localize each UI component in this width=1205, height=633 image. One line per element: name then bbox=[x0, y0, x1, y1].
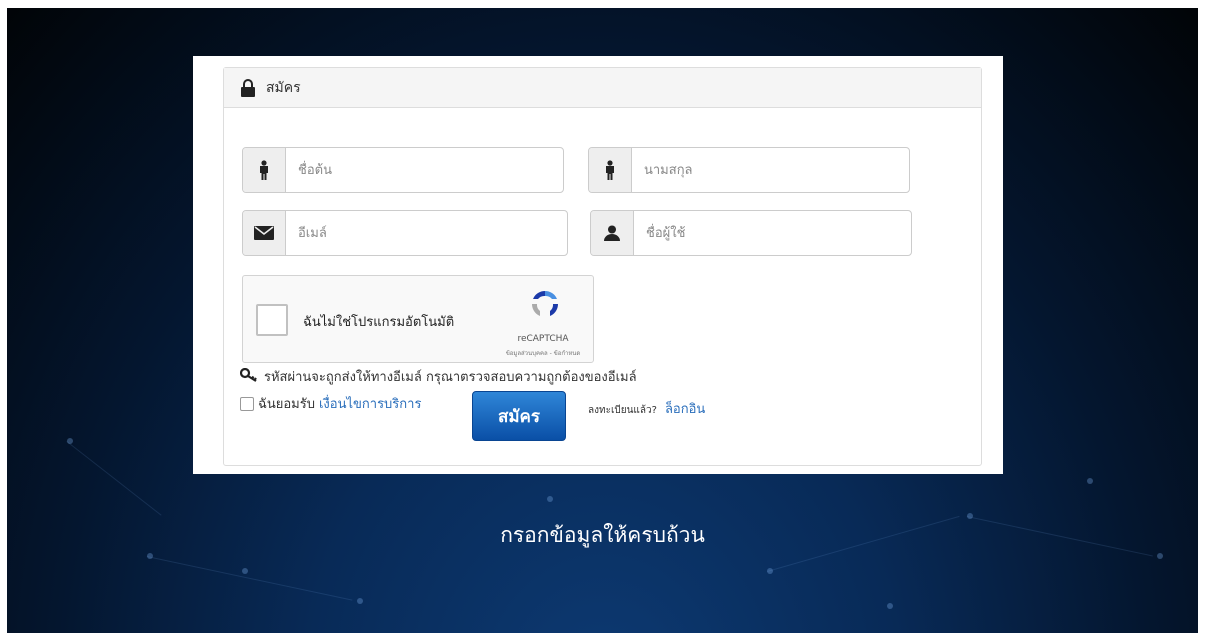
password-hint: รหัสผ่านจะถูกส่งให้ทางอีเมล์ กรุณาตรวจสอ… bbox=[239, 366, 637, 387]
background-dot bbox=[357, 598, 363, 604]
background-dot bbox=[1157, 553, 1163, 559]
already-registered: ลงทะเบียนแล้ว? ล็อกอิน bbox=[588, 398, 705, 419]
background-line bbox=[66, 441, 162, 516]
instruction-caption: กรอกข้อมูลให้ครบถ้วน bbox=[500, 523, 705, 547]
lock-icon bbox=[240, 78, 256, 97]
terms-checkbox[interactable] bbox=[240, 396, 254, 411]
last-name-input[interactable] bbox=[632, 148, 909, 192]
email-group bbox=[242, 210, 568, 256]
username-input[interactable] bbox=[634, 211, 911, 255]
background-dot bbox=[1087, 478, 1093, 484]
username-group bbox=[590, 210, 912, 256]
register-form-box: สมัคร ชื่อต้น นามสกุล อีเมล์ ชื่อผู้ใช้ … bbox=[223, 67, 982, 466]
email-input[interactable] bbox=[286, 211, 567, 255]
recaptcha-logo-icon bbox=[529, 288, 561, 320]
register-button[interactable]: สมัคร bbox=[472, 391, 566, 441]
last-name-group bbox=[588, 147, 910, 193]
background-dot bbox=[887, 603, 893, 609]
recaptcha-brand: reCAPTCHA bbox=[517, 334, 569, 344]
person-icon bbox=[589, 148, 632, 192]
background-dot bbox=[547, 496, 553, 502]
already-registered-text: ลงทะเบียนแล้ว? bbox=[588, 405, 657, 416]
terms-prefix: ฉันยอมรับ bbox=[258, 397, 315, 412]
background-dot bbox=[242, 568, 248, 574]
recaptcha-label: ฉันไม่ใช่โปรแกรมอัตโนมัติ bbox=[303, 315, 455, 330]
recaptcha-widget: ฉันไม่ใช่โปรแกรมอัตโนมัติ reCAPTCHA ข้อม… bbox=[242, 275, 594, 363]
first-name-group bbox=[242, 147, 564, 193]
envelope-icon bbox=[243, 211, 286, 255]
background-line bbox=[146, 556, 353, 601]
person-icon bbox=[243, 148, 286, 192]
login-link[interactable]: ล็อกอิน bbox=[665, 398, 705, 419]
user-icon bbox=[591, 211, 634, 255]
first-name-input[interactable] bbox=[286, 148, 563, 192]
panel-title: สมัคร bbox=[266, 79, 301, 96]
terms-agree: ฉันยอมรับ เงื่อนไขการบริการ bbox=[240, 393, 421, 414]
panel-header: สมัคร bbox=[224, 68, 981, 108]
recaptcha-terms-link[interactable]: ข้อมูลส่วนบุคคล - ข้อกำหนด bbox=[498, 348, 588, 358]
recaptcha-checkbox[interactable] bbox=[256, 304, 288, 336]
key-icon bbox=[239, 367, 258, 386]
password-hint-text: รหัสผ่านจะถูกส่งให้ทางอีเมล์ กรุณาตรวจสอ… bbox=[264, 370, 637, 385]
register-panel: สมัคร ชื่อต้น นามสกุล อีเมล์ ชื่อผู้ใช้ … bbox=[193, 56, 1003, 474]
terms-link[interactable]: เงื่อนไขการบริการ bbox=[319, 393, 421, 414]
